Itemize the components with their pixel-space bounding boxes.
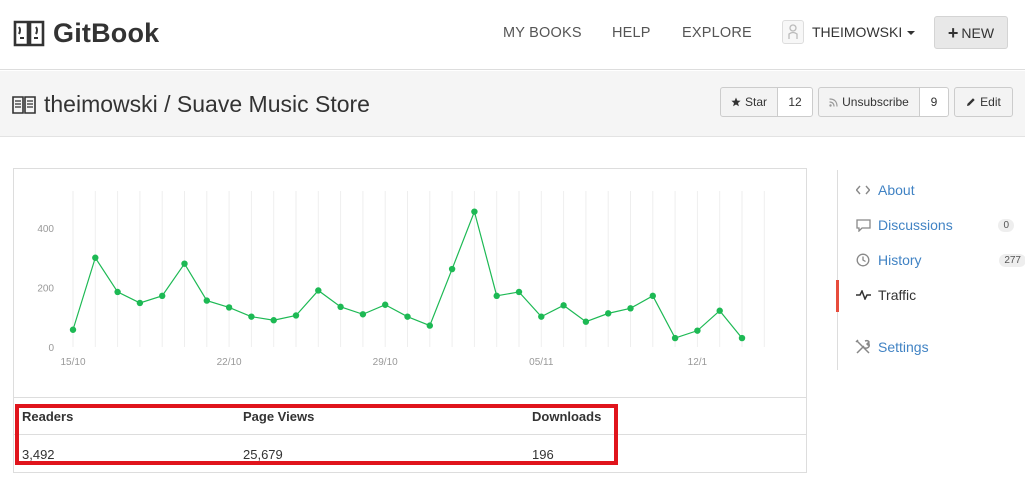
data-point (493, 292, 500, 300)
nav-help[interactable]: HELP (612, 25, 651, 41)
data-point (649, 292, 656, 300)
sidebar-item-settings[interactable]: Settings (854, 339, 1014, 355)
sidebar-item-about[interactable]: About (854, 182, 1014, 198)
plus-icon: + (947, 22, 959, 43)
data-point (315, 287, 322, 294)
x-tick-label: 05/11 (529, 357, 554, 368)
username: THEIMOWSKI (812, 24, 903, 40)
sidebar-item-label: Discussions (878, 217, 953, 233)
user-avatar-icon (788, 24, 798, 39)
active-indicator (836, 280, 839, 312)
avatar (782, 20, 804, 44)
sidebar-item-label: Settings (878, 339, 929, 355)
data-point (270, 317, 277, 324)
data-point (694, 327, 701, 334)
data-point (471, 208, 478, 215)
book-title-text: theimowski / Suave Music Store (44, 91, 370, 117)
data-point (627, 305, 634, 312)
edit-label: Edit (980, 95, 1001, 109)
pulse-icon (854, 287, 872, 303)
data-point (538, 313, 545, 320)
data-point (225, 304, 233, 311)
unsubscribe-button[interactable]: Unsubscribe (818, 87, 920, 117)
data-point (716, 307, 723, 314)
data-point (69, 326, 77, 333)
data-point (738, 334, 746, 342)
star-count[interactable]: 12 (777, 87, 813, 117)
y-tick-label: 200 (37, 284, 54, 295)
data-point (359, 311, 367, 318)
subscriber-count[interactable]: 9 (919, 87, 949, 117)
x-tick-label: 22/10 (217, 357, 242, 368)
star-button[interactable]: Star (720, 87, 778, 117)
data-point (382, 301, 389, 308)
user-menu[interactable]: THEIMOWSKI (782, 20, 916, 44)
stats-divider (14, 397, 806, 398)
logo-text: GitBook (53, 17, 160, 48)
data-point (426, 322, 433, 329)
data-point (605, 310, 612, 317)
data-point (292, 312, 300, 319)
comment-icon (854, 217, 872, 233)
x-tick-label: 29/10 (373, 357, 398, 368)
nav-explore[interactable]: EXPLORE (682, 25, 752, 41)
rss-icon (829, 97, 838, 107)
pencil-icon (967, 98, 975, 106)
x-tick-label: 12/1 (688, 357, 708, 368)
sidebar-item-discussions[interactable]: Discussions 0 (854, 217, 1014, 233)
open-book-icon (12, 95, 36, 114)
x-tick-label: 15/10 (60, 357, 85, 368)
stats-highlight-box (15, 404, 618, 465)
top-navbar: GitBook MY BOOKS HELP EXPLORE THEIMOWSKI… (0, 0, 1025, 70)
data-point (114, 288, 121, 296)
sidebar-item-traffic[interactable]: Traffic (854, 287, 1014, 303)
sidebar-item-label: History (878, 252, 922, 268)
data-point (92, 254, 99, 261)
new-button-label: NEW (961, 24, 995, 41)
data-point (404, 313, 411, 320)
data-point (671, 334, 679, 342)
y-tick-label: 400 (37, 224, 54, 235)
data-point (159, 292, 166, 300)
data-point (582, 318, 590, 325)
new-button[interactable]: + NEW (934, 16, 1008, 49)
sidebar-item-label: About (878, 182, 915, 198)
book-sidebar: About Discussions 0 History 277 Traffic … (836, 170, 1025, 370)
book-logo-icon (13, 20, 45, 47)
data-point (203, 297, 210, 304)
y-tick-label: 0 (48, 343, 54, 354)
star-icon (731, 97, 741, 107)
data-point (515, 288, 523, 296)
history-count-badge: 277 (999, 253, 1025, 267)
history-icon (854, 252, 872, 268)
data-point (560, 302, 567, 309)
sidebar-item-history[interactable]: History 277 (854, 252, 1025, 268)
nav-my-books[interactable]: MY BOOKS (503, 25, 582, 41)
traffic-line-chart: 0 200 400 15/10 22/10 29/10 05/11 12/1 (37, 191, 765, 368)
data-point (181, 260, 188, 267)
data-point (248, 313, 255, 320)
sidebar-item-label: Traffic (878, 287, 917, 303)
unsubscribe-label: Unsubscribe (842, 95, 909, 109)
data-point (136, 299, 144, 307)
book-header: theimowski / Suave Music Store Star 12 U… (0, 71, 1025, 137)
data-point (337, 303, 344, 311)
caret-down-icon (907, 31, 916, 35)
star-label: Star (744, 95, 767, 109)
edit-button[interactable]: Edit (954, 87, 1013, 117)
book-title: theimowski / Suave Music Store (12, 91, 370, 118)
discussions-count-badge: 0 (998, 218, 1014, 232)
wrench-icon (854, 339, 872, 355)
code-icon (854, 182, 872, 198)
gitbook-logo[interactable]: GitBook (12, 16, 159, 50)
data-point (448, 265, 456, 273)
